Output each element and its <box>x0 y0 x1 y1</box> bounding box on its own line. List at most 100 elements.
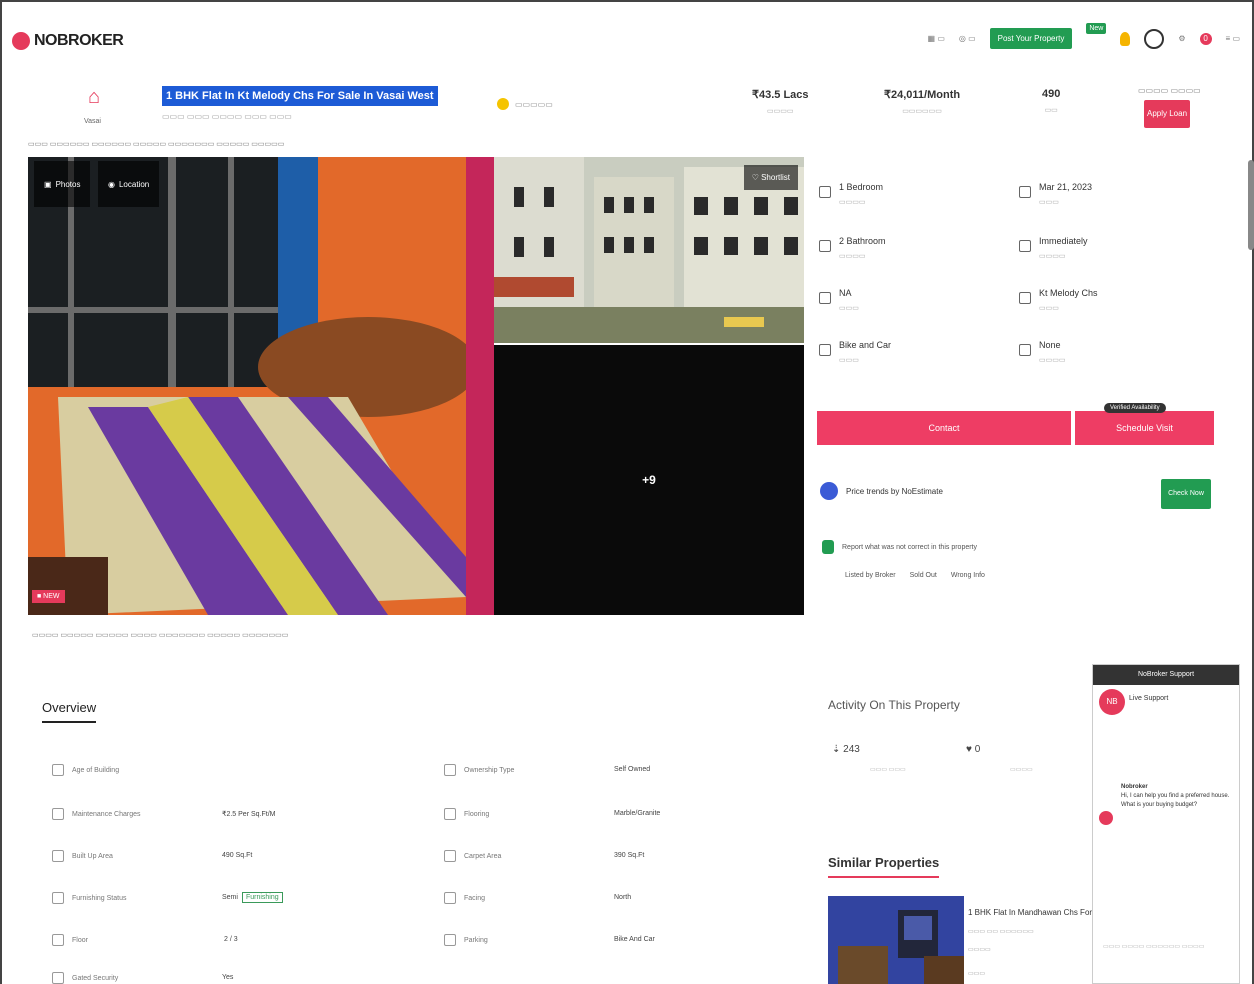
settings-icon[interactable]: ⚙ <box>1178 34 1185 43</box>
detail-bathroom: 2 Bathroom ▭▭▭▭ <box>819 236 886 260</box>
detail-posted-date: Mar 21, 2023 ▭▭▭ <box>1019 182 1092 206</box>
top-navbar: NOBROKER ▦ ▭ ◎ ▭ Post Your Property New … <box>2 2 1252 82</box>
sofa-icon <box>1019 344 1031 356</box>
similar-property-title[interactable]: 1 BHK Flat In Mandhawan Chs For <box>968 908 1092 917</box>
property-title: 1 BHK Flat In Kt Melody Chs For Sale In … <box>162 86 438 106</box>
loan-label: ▭▭▭▭ ▭▭▭▭ <box>1138 86 1201 95</box>
views-count: ⇣ 243 <box>832 744 860 755</box>
more-photos-count: +9 <box>642 473 656 487</box>
chat-input[interactable]: ▭▭▭ ▭▭▭▭ ▭▭▭▭▭▭ ▭▭▭▭ <box>1103 943 1204 950</box>
location-button[interactable]: ◉ Location <box>98 161 160 207</box>
report-broker-link[interactable]: Listed by Broker <box>845 572 896 579</box>
menu-icon-2[interactable]: ◎ ▭ <box>959 34 976 43</box>
carpet-icon <box>444 850 456 862</box>
bulb-icon[interactable] <box>1120 31 1131 46</box>
new-tag: ■ NEW <box>32 590 65 603</box>
detail-balcony: NA ▭▭▭ <box>819 288 859 312</box>
ov-facing-label: Facing <box>444 892 485 904</box>
chat-header[interactable]: NoBroker Support <box>1093 665 1239 685</box>
logo-icon <box>12 32 30 50</box>
ov-carpet-value: 390 Sq.Ft <box>614 852 645 859</box>
balcony-icon <box>819 292 831 304</box>
property-subtitle: ▭▭▭ ▭▭▭ ▭▭▭▭ ▭▭▭ ▭▭▭ <box>162 112 292 121</box>
report-links: Listed by Broker Sold Out Wrong Info <box>845 572 985 579</box>
calendar-icon <box>1019 186 1031 198</box>
ov-ownership-value: Self Owned <box>614 766 651 773</box>
ownership-icon <box>444 764 456 776</box>
similar-property-photo[interactable] <box>828 896 964 984</box>
user-avatar-icon[interactable] <box>1144 28 1165 49</box>
car-icon <box>444 934 456 946</box>
logo-text: NOBROKER <box>34 32 124 49</box>
emi-stat: ₹24,011/Month ▭▭▭▭▭▭ <box>884 89 961 115</box>
chat-agent-avatar: NB <box>1099 689 1125 715</box>
ov-parking-label: Parking <box>444 934 488 946</box>
overview-heading[interactable]: Overview <box>42 700 97 723</box>
verified-indicator: ▭▭▭▭▭ <box>497 98 553 110</box>
ov-parking-value: Bike And Car <box>614 936 655 943</box>
age-icon <box>52 764 64 776</box>
trend-icon <box>820 482 838 500</box>
area-icon <box>52 850 64 862</box>
bath-icon <box>819 240 831 252</box>
main-photo[interactable]: ▣ Photos ◉ Location ■ NEW <box>28 157 466 615</box>
heart-icon: ♡ <box>751 173 759 182</box>
similar-sub-3: ▭▭▭ <box>968 971 986 977</box>
similar-properties-heading: Similar Properties <box>828 855 940 878</box>
ov-builtup-label: Built Up Area <box>52 850 113 862</box>
page-scrollbar[interactable] <box>1248 160 1254 250</box>
post-property-button[interactable]: Post Your Property <box>989 28 1073 49</box>
detail-parking: Bike and Car ▭▭▭ <box>819 340 891 364</box>
menu-icon-1[interactable]: ▦ ▭ <box>928 34 945 43</box>
nearby-places[interactable]: ▭▭▭▭ ▭▭▭▭▭ ▭▭▭▭▭ ▭▭▭▭ ▭▭▭▭▭▭▭ ▭▭▭▭▭ ▭▭▭▭… <box>32 631 288 639</box>
ov-floor-value: 2 / 3 <box>224 936 238 943</box>
report-sold-link[interactable]: Sold Out <box>910 572 937 579</box>
notification-badge[interactable]: 0 <box>1199 32 1212 45</box>
contact-button[interactable]: Contact <box>817 411 1071 445</box>
ov-flooring-label: Flooring <box>444 808 489 820</box>
price-trends-row[interactable]: Price trends by NoEstimate <box>820 482 943 500</box>
breadcrumb[interactable]: ▭▭▭ ▭▭▭▭▭▭ ▭▭▭▭▭▭ ▭▭▭▭▭ ▭▭▭▭▭▭▭ ▭▭▭▭▭ ▭▭… <box>28 140 284 148</box>
check-now-button[interactable]: Check Now <box>1161 479 1211 509</box>
security-icon <box>52 972 64 984</box>
clock-icon <box>1019 240 1031 252</box>
new-badge: New <box>1086 23 1107 34</box>
ov-carpet-label: Carpet Area <box>444 850 501 862</box>
furnishing-icon <box>52 892 64 904</box>
shortlist-button[interactable]: ♡ Shortlist <box>743 165 798 190</box>
ov-builtup-value: 490 Sq.Ft <box>222 852 253 859</box>
location-icon: ◉ <box>108 179 115 189</box>
chat-bot-icon <box>1099 811 1113 825</box>
furnishing-tag[interactable]: Furnishing <box>241 892 283 903</box>
activity-heading: Activity On This Property <box>828 698 960 712</box>
area-stat: 490 ▭▭ <box>1042 88 1061 114</box>
similar-sub-1: ▭▭▭ ▭▭ ▭▭▭▭▭▭ <box>968 929 1034 935</box>
photos-icon: ▣ <box>44 179 52 189</box>
report-icon <box>822 540 834 554</box>
hamburger-menu-icon[interactable]: ≡ ▭ <box>1226 34 1240 43</box>
report-wrong-link[interactable]: Wrong Info <box>951 572 985 579</box>
verified-icon <box>497 98 509 110</box>
compass-icon <box>444 892 456 904</box>
shortlists-count: ♥ 0 <box>966 744 981 755</box>
ov-security-label: Gated Security <box>52 972 118 984</box>
nobroker-logo[interactable]: NOBROKER <box>12 32 124 50</box>
maintenance-icon <box>52 808 64 820</box>
bedroom-photo <box>28 157 466 615</box>
verified-availability-tip: Verified Availability <box>1104 403 1166 413</box>
ov-age-label: Age of Building <box>52 764 119 776</box>
header-actions: ▦ ▭ ◎ ▭ Post Your Property New ⚙ 0 ≡ ▭ <box>928 23 1240 49</box>
similar-sub-2: ▭▭▭▭ <box>968 947 991 953</box>
ov-furnishing-value: Semi Furnishing <box>222 892 283 903</box>
building-photo[interactable]: ♡ Shortlist <box>494 157 804 343</box>
chat-message: Nobroker Hi, I can help you find a prefe… <box>1121 784 1230 808</box>
home-label: Vasai <box>84 118 101 125</box>
apply-loan-button[interactable]: Apply Loan <box>1144 100 1190 128</box>
more-photos-tile[interactable]: +9 <box>494 345 804 615</box>
similar-photo-image <box>828 896 964 984</box>
detail-society: Kt Melody Chs ▭▭▭ <box>1019 288 1098 312</box>
home-icon: ⌂ <box>87 86 101 108</box>
photos-button[interactable]: ▣ Photos <box>34 161 91 207</box>
support-chat-widget[interactable]: NoBroker Support NB Live Support Nobroke… <box>1092 664 1240 984</box>
schedule-visit-button[interactable]: Schedule Visit <box>1075 411 1214 445</box>
